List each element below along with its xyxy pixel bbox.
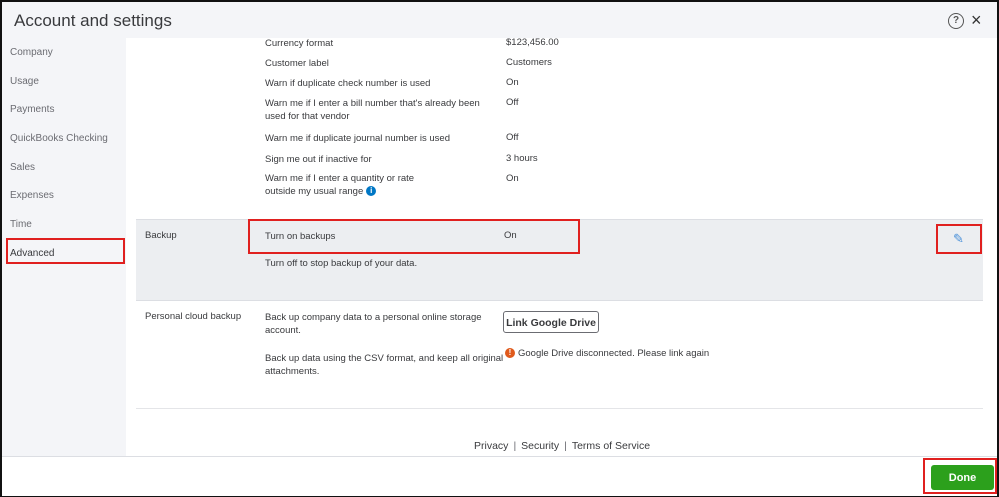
- bill-number-warning-line2: used for that vendor: [265, 111, 350, 122]
- customer-label-value: Customers: [506, 57, 552, 68]
- currency-format-value: $123,456.00: [506, 37, 559, 48]
- cloud-backup-section-label: Personal cloud backup: [145, 311, 242, 322]
- sidebar-item-time[interactable]: Time: [10, 219, 32, 230]
- security-link[interactable]: Security: [521, 440, 559, 452]
- backup-hint: Turn off to stop backup of your data.: [265, 258, 418, 269]
- sidebar-item-payments[interactable]: Payments: [10, 104, 54, 115]
- inactive-signout-label: Sign me out if inactive for: [265, 154, 372, 165]
- sidebar-item-expenses[interactable]: Expenses: [10, 190, 54, 201]
- bill-number-warning-value: Off: [506, 97, 519, 108]
- window-title: Account and settings: [14, 11, 172, 30]
- privacy-link[interactable]: Privacy: [474, 440, 508, 452]
- cloud-backup-desc1-line2: account.: [265, 325, 301, 336]
- bill-number-warning-label: Warn me if I enter a bill number that's …: [265, 97, 480, 123]
- footer-separator: |: [564, 440, 567, 452]
- duplicate-journal-label: Warn me if duplicate journal number is u…: [265, 133, 450, 144]
- link-google-drive-button[interactable]: Link Google Drive: [503, 311, 599, 333]
- section-divider: [136, 300, 983, 301]
- cloud-backup-desc2: Back up data using the CSV format, and k…: [265, 352, 503, 378]
- sidebar-item-quickbooks-checking[interactable]: QuickBooks Checking: [10, 133, 108, 144]
- google-drive-status: Google Drive disconnected. Please link a…: [518, 348, 710, 359]
- done-button[interactable]: Done: [931, 465, 994, 490]
- help-icon[interactable]: ?: [948, 13, 964, 29]
- terms-of-service-link[interactable]: Terms of Service: [572, 440, 650, 452]
- customer-label-label: Customer label: [265, 58, 329, 69]
- backup-edit-button[interactable]: ✎: [936, 224, 982, 254]
- warning-icon: !: [505, 348, 515, 358]
- backup-section-label: Backup: [145, 230, 177, 241]
- title-bar: Account and settings ? ×: [2, 2, 997, 38]
- quantity-rate-warning-line2-wrap: outside my usual range i: [265, 185, 414, 198]
- info-icon[interactable]: i: [366, 186, 377, 197]
- quantity-rate-warning-line1: Warn me if I enter a quantity or rate: [265, 173, 415, 184]
- duplicate-check-label: Warn if duplicate check number is used: [265, 78, 431, 89]
- close-icon[interactable]: ×: [971, 11, 982, 29]
- duplicate-check-value: On: [506, 77, 519, 88]
- cloud-backup-desc2-line1: Back up data using the CSV format, and k…: [265, 353, 504, 364]
- quantity-rate-warning-line2: outside my usual range: [265, 186, 364, 197]
- quantity-rate-warning-label: Warn me if I enter a quantity or rate ou…: [265, 172, 414, 198]
- footer-separator: |: [513, 440, 517, 452]
- advanced-highlight-box: [6, 238, 125, 264]
- currency-format-label: Currency format: [265, 38, 334, 49]
- duplicate-journal-value: Off: [506, 132, 519, 143]
- cloud-backup-desc2-line2: attachments.: [265, 366, 320, 377]
- cloud-backup-desc1: Back up company data to a personal onlin…: [265, 311, 482, 337]
- backup-toggle-highlight-box: [248, 219, 580, 254]
- inactive-signout-value: 3 hours: [506, 153, 538, 164]
- footer-divider: [136, 408, 983, 409]
- pencil-icon: ✎: [953, 231, 964, 246]
- sidebar-item-usage[interactable]: Usage: [10, 76, 39, 87]
- bill-number-warning-line1: Warn me if I enter a bill number that's …: [265, 98, 480, 109]
- quantity-rate-warning-value: On: [506, 173, 519, 184]
- cloud-backup-desc1-line1: Back up company data to a personal onlin…: [265, 312, 482, 323]
- footer-links: Privacy | Security | Terms of Service: [474, 440, 650, 452]
- bottom-action-bar: [2, 456, 997, 496]
- sidebar-item-sales[interactable]: Sales: [10, 162, 35, 173]
- sidebar-item-company[interactable]: Company: [10, 47, 53, 58]
